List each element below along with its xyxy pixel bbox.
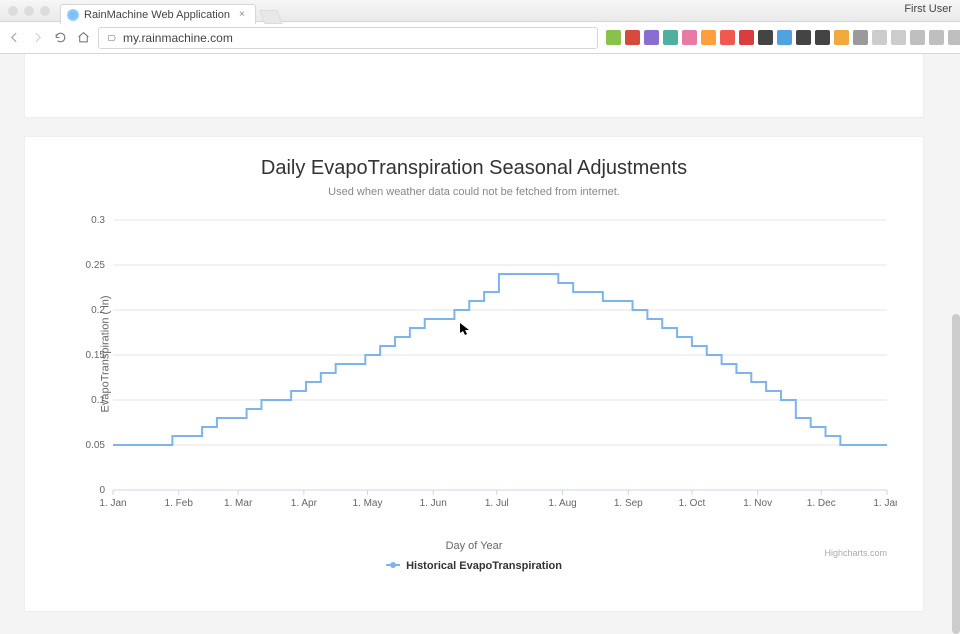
extension-icon[interactable]: [682, 30, 697, 45]
chart-title: Daily EvapoTranspiration Seasonal Adjust…: [53, 157, 895, 180]
x-tick-label: 1. Jan: [99, 498, 126, 509]
extension-icon[interactable]: [625, 30, 640, 45]
x-tick-label: 1. Dec: [807, 498, 836, 509]
window-titlebar: RainMachine Web Application × First User: [0, 0, 960, 22]
tab-favicon: [67, 9, 79, 21]
extension-icon[interactable]: [758, 30, 773, 45]
prev-card-fragment: [24, 54, 924, 118]
series-line[interactable]: [113, 274, 887, 445]
extension-icon[interactable]: [644, 30, 659, 45]
legend-label: Historical EvapoTranspiration: [406, 560, 562, 572]
browser-toolbar: my.rainmachine.com: [0, 22, 960, 54]
y-tick-label: 0.15: [86, 350, 106, 361]
extension-icon[interactable]: [739, 30, 754, 45]
url-text: my.rainmachine.com: [123, 31, 233, 45]
browser-tab-active[interactable]: RainMachine Web Application ×: [60, 4, 256, 24]
x-tick-label: 1. Oct: [679, 498, 706, 509]
chart-subtitle: Used when weather data could not be fetc…: [53, 186, 895, 198]
y-tick-label: 0: [99, 485, 105, 496]
extension-icon[interactable]: [777, 30, 792, 45]
x-tick-label: 1. Aug: [548, 498, 576, 509]
chart-card: Daily EvapoTranspiration Seasonal Adjust…: [24, 136, 924, 612]
x-tick-label: 1. Mar: [224, 498, 253, 509]
url-bar[interactable]: my.rainmachine.com: [98, 27, 598, 49]
minimize-window-button[interactable]: [24, 6, 34, 16]
extension-icon[interactable]: [663, 30, 678, 45]
x-tick-label: 1. Apr: [291, 498, 318, 509]
x-tick-label: 1. Jul: [485, 498, 509, 509]
extension-icon[interactable]: [853, 30, 868, 45]
chart-plot[interactable]: 0 0.05 0.1 0.15 0.2 0.25 0.3 1. Jan 1. Feb 1. Mar…: [53, 208, 897, 558]
extension-icon[interactable]: [606, 30, 621, 45]
extension-icon[interactable]: [929, 30, 944, 45]
x-tick-label: 1. Jun: [420, 498, 447, 509]
x-tick-label: 1. Jan: [873, 498, 897, 509]
x-tick-label: 1. Nov: [743, 498, 772, 509]
close-window-button[interactable]: [8, 6, 18, 16]
forward-icon[interactable]: [31, 31, 44, 44]
new-tab-button[interactable]: [259, 10, 282, 24]
extension-icon[interactable]: [948, 30, 960, 45]
tab-title: RainMachine Web Application: [84, 9, 230, 21]
reload-icon[interactable]: [54, 31, 67, 44]
tab-strip: RainMachine Web Application ×: [60, 2, 280, 24]
home-icon[interactable]: [77, 31, 90, 44]
x-tick-label: 1. Sep: [614, 498, 643, 509]
extension-icon[interactable]: [720, 30, 735, 45]
nav-icons: [8, 31, 90, 44]
traffic-lights: [8, 6, 50, 16]
cursor-icon: [460, 323, 470, 335]
y-tick-label: 0.3: [91, 215, 105, 226]
chart-area[interactable]: EvapoTranspiration ( in) Day of Year His…: [53, 208, 895, 558]
x-tick-label: 1. Feb: [165, 498, 194, 509]
maximize-window-button[interactable]: [40, 6, 50, 16]
extension-icons: [606, 30, 960, 45]
y-tick-label: 0.05: [86, 440, 106, 451]
back-icon[interactable]: [8, 31, 21, 44]
extension-icon[interactable]: [701, 30, 716, 45]
tab-close-icon[interactable]: ×: [239, 11, 247, 19]
extension-icon[interactable]: [815, 30, 830, 45]
extension-icon[interactable]: [796, 30, 811, 45]
extension-icon[interactable]: [872, 30, 887, 45]
extension-icon[interactable]: [891, 30, 906, 45]
site-info-icon[interactable]: [107, 33, 117, 43]
profile-label[interactable]: First User: [904, 3, 952, 15]
extension-icon[interactable]: [834, 30, 849, 45]
y-tick-label: 0.25: [86, 260, 106, 271]
x-tick-label: 1. May: [352, 498, 382, 509]
y-tick-label: 0.2: [91, 305, 105, 316]
legend[interactable]: Historical EvapoTranspiration: [386, 560, 562, 572]
y-tick-label: 0.1: [91, 395, 105, 406]
page-viewport: Daily EvapoTranspiration Seasonal Adjust…: [0, 54, 960, 634]
page-scrollbar[interactable]: [952, 314, 960, 634]
extension-icon[interactable]: [910, 30, 925, 45]
